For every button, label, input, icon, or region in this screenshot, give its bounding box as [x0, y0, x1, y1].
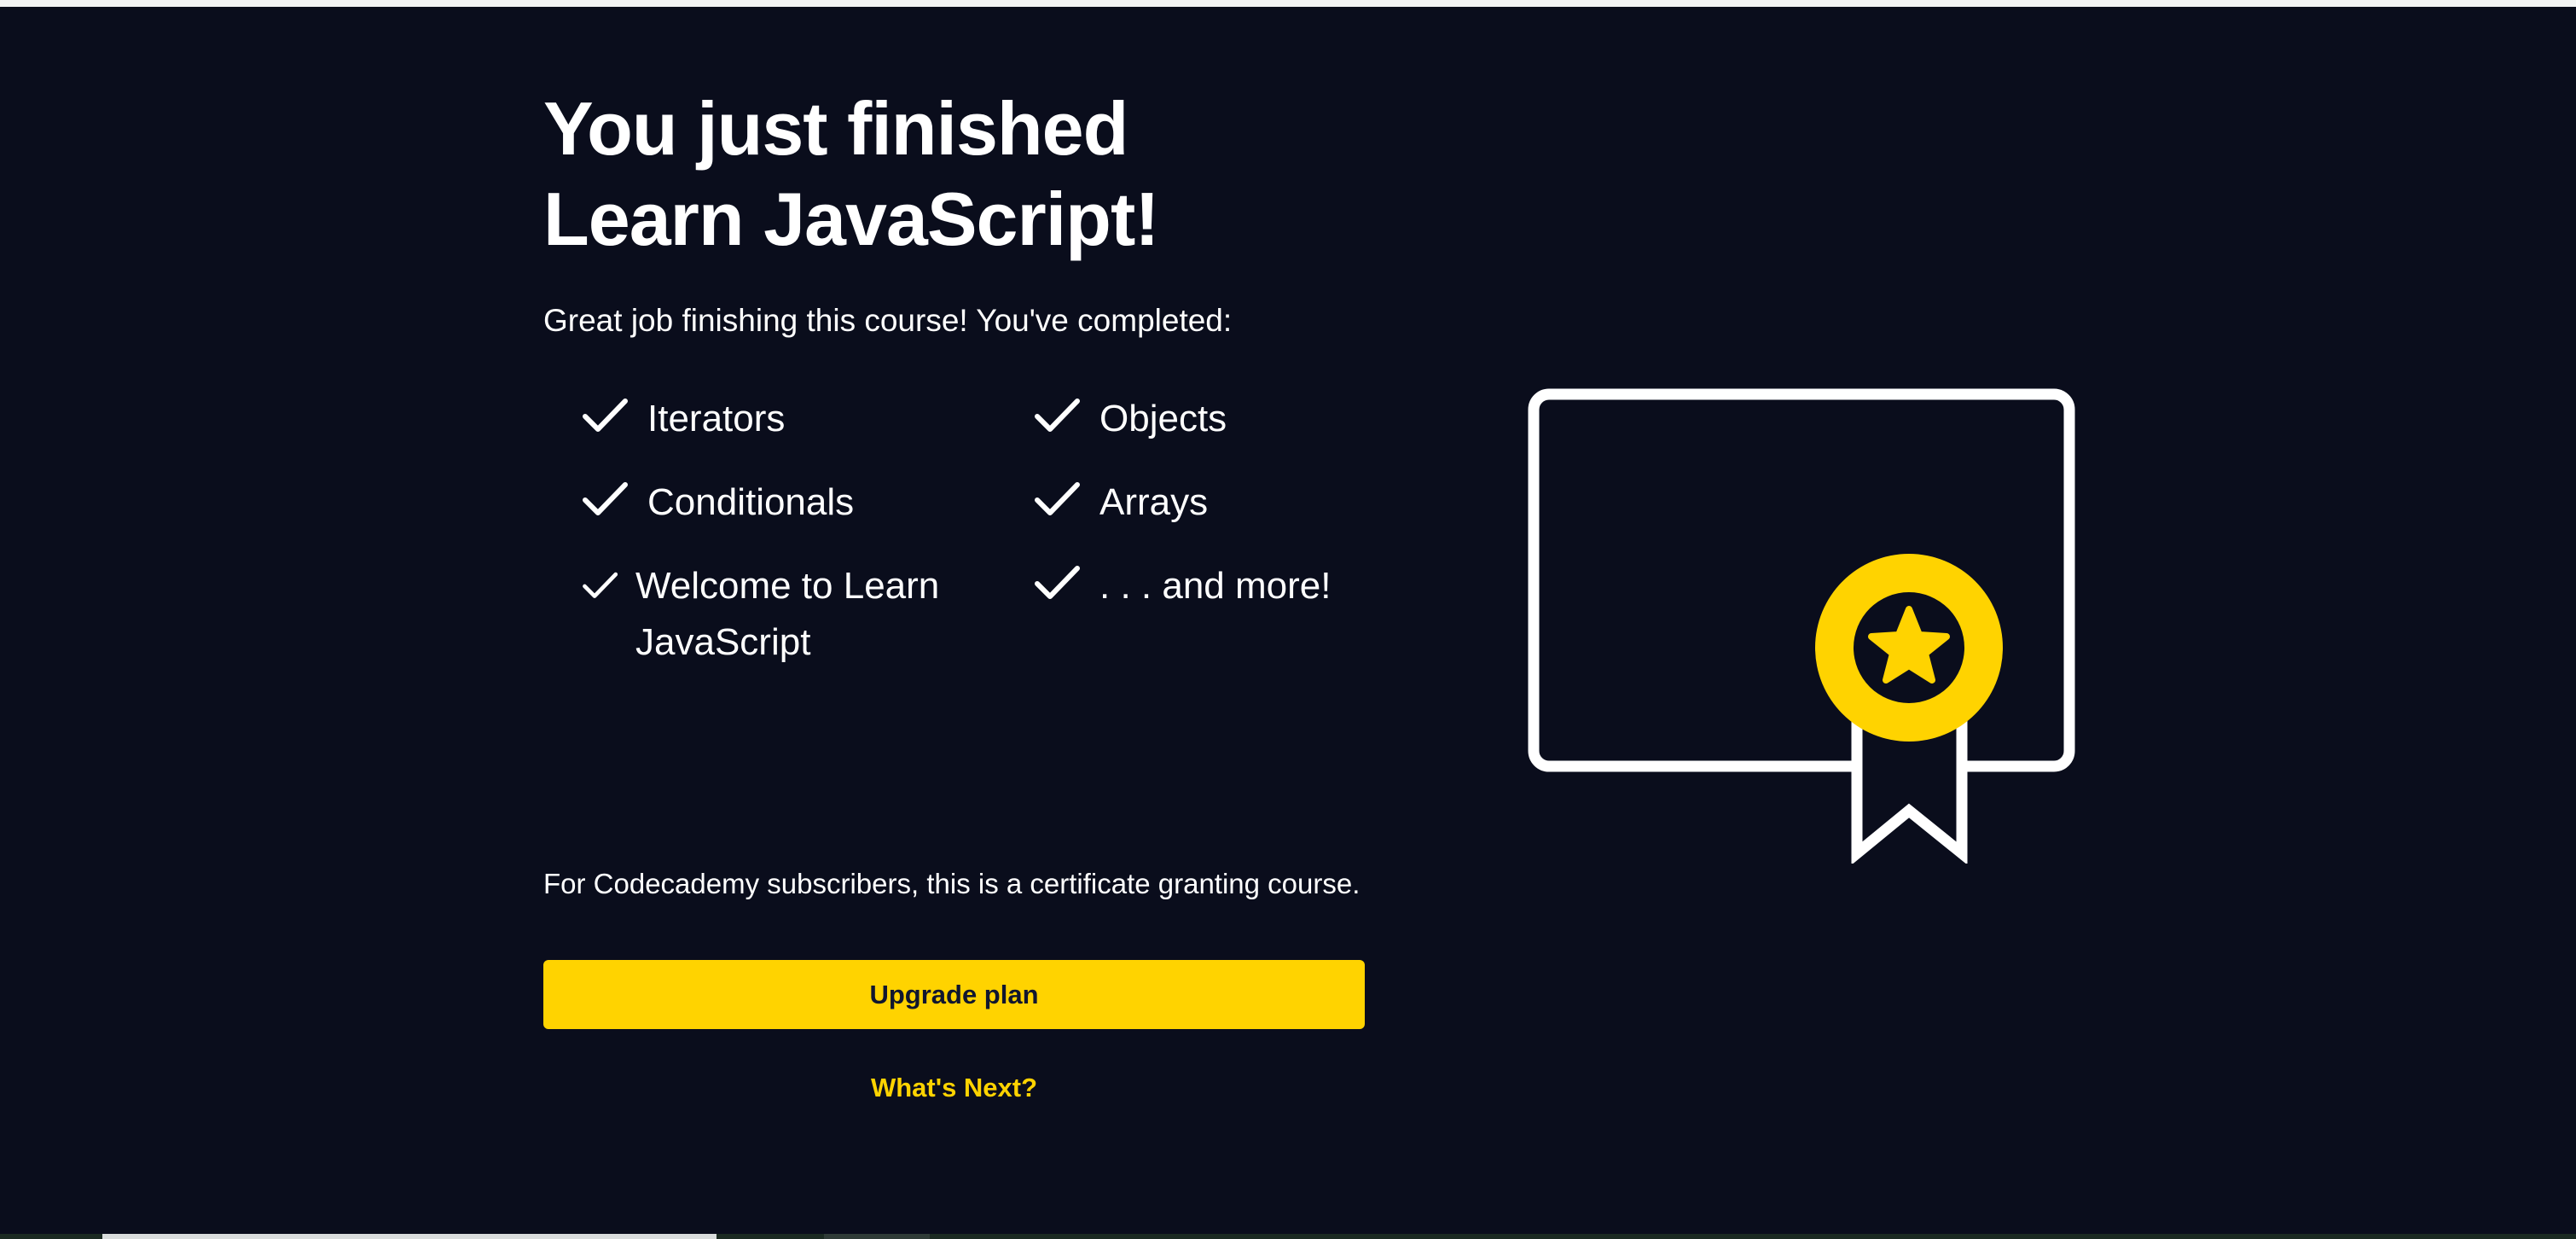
list-item-objects: Objects — [1035, 391, 1227, 447]
checkmark-icon — [1035, 566, 1080, 599]
list-item-label: Conditionals — [647, 481, 855, 523]
certificate-icon — [1528, 388, 2075, 864]
list-item-label: . . . and more! — [1099, 565, 1332, 607]
list-item-label: Iterators — [647, 398, 786, 439]
list-item-arrays: Arrays — [1035, 474, 1208, 531]
checkmark-icon — [583, 482, 628, 515]
checkmark-icon — [1035, 398, 1080, 432]
list-item-welcome: Welcome to Learn JavaScript — [583, 558, 939, 671]
upgrade-plan-button[interactable]: Upgrade plan — [543, 960, 1365, 1029]
list-item-label-line1: Welcome to Learn — [635, 565, 940, 607]
list-item-iterators: Iterators — [583, 391, 785, 447]
list-item-more: . . . and more! — [1035, 558, 1331, 614]
checkmark-icon — [1035, 482, 1080, 515]
list-item-conditionals: Conditionals — [583, 474, 854, 531]
browser-top-border — [0, 0, 2576, 7]
list-item-label: Objects — [1099, 398, 1227, 439]
subscriber-note: For Codecademy subscribers, this is a ce… — [543, 868, 1361, 899]
completion-subtitle: Great job finishing this course! You've … — [543, 303, 1233, 338]
page-title-line2: Learn JavaScript! — [543, 177, 1160, 261]
taskbar-segment — [824, 1234, 930, 1239]
checkmark-icon — [583, 572, 618, 598]
checkmark-icon — [583, 398, 628, 432]
list-item-label-line2: JavaScript — [635, 621, 811, 663]
list-item-label: Welcome to Learn JavaScript — [635, 558, 939, 671]
page-title-line1: You just finished — [543, 86, 1128, 171]
list-item-label: Arrays — [1099, 481, 1209, 523]
taskbar-active-segment — [102, 1234, 717, 1239]
page-title: You just finished Learn JavaScript! — [543, 84, 1160, 265]
whats-next-link[interactable]: What's Next? — [543, 1069, 1365, 1107]
